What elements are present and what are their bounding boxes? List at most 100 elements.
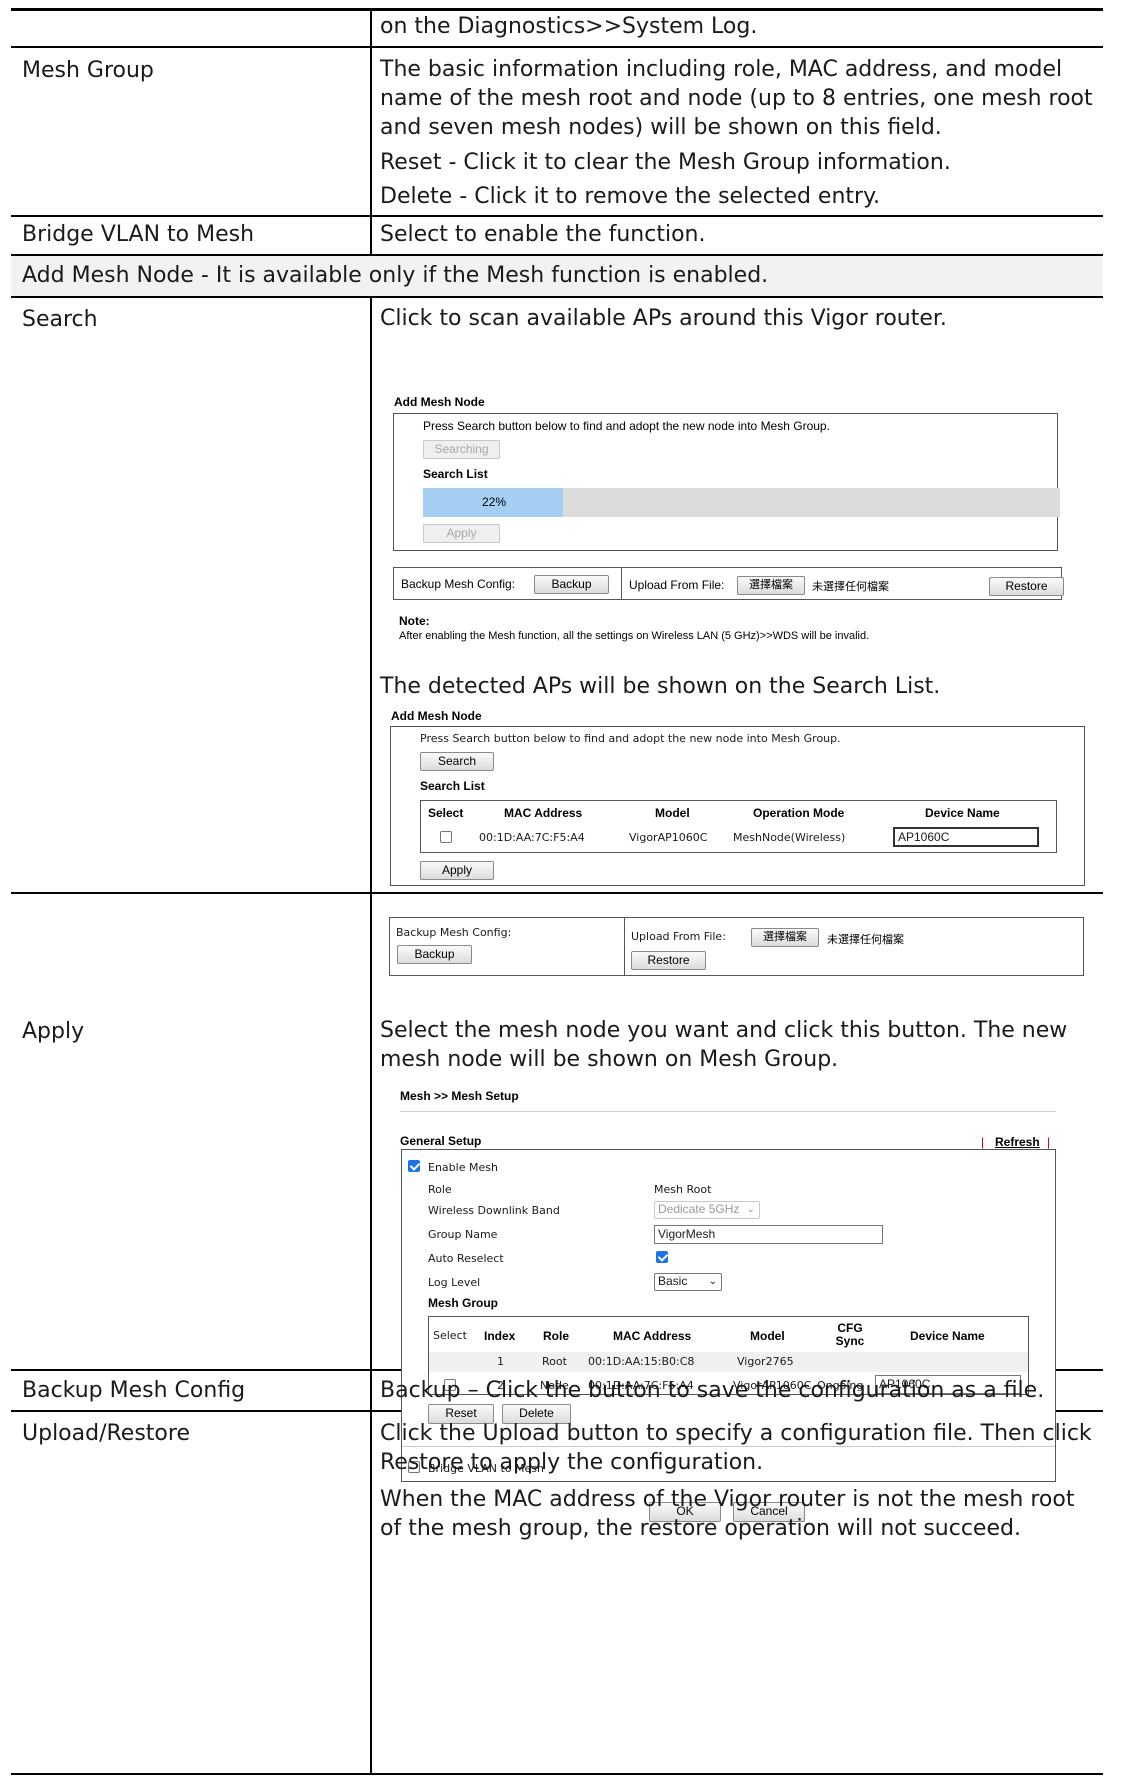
row-description: on the Diagnostics>>System Log. [380,14,758,39]
row-description: Select the mesh node you want and click … [380,1018,1068,1072]
row-label: Upload/Restore [22,1421,190,1446]
col-header: Index [484,1329,516,1343]
refresh-sep: | [1047,1135,1051,1149]
model-cell: Vigor2765 [737,1355,794,1368]
section-header: Add Mesh Node - It is available only if … [22,263,769,288]
choose-file-button[interactable]: 選擇檔案 [737,576,805,595]
col-header: Role [543,1329,570,1343]
column-divider [370,296,372,1775]
role-cell: Root [542,1355,567,1368]
column-divider [370,8,372,256]
row-description: The detected APs will be shown on the Se… [380,674,941,699]
col-header: Operation Mode [753,806,845,820]
row-description: Click to scan available APs around this … [380,306,947,331]
search-button[interactable]: Search [420,752,494,771]
row-label: Mesh Group [22,58,154,83]
progress-track: 22% [423,488,1060,517]
breadcrumb: Mesh >> Mesh Setup [400,1089,519,1103]
restore-button[interactable]: Restore [989,577,1064,596]
col-header: MAC Address [613,1329,692,1343]
group-name-input[interactable]: VigorMesh [654,1225,883,1244]
col-header: Select [428,806,464,820]
note-title: Note: [399,614,430,628]
col-header: Model [750,1329,785,1343]
chevron-down-icon: ⌄ [746,1204,755,1215]
role-value: Mesh Root [654,1183,712,1196]
row-label: Backup Mesh Config [22,1378,246,1403]
model-cell: VigorAP1060C [629,831,708,844]
col-header: CFG Sync [835,1321,865,1348]
note-text: After enabling the Mesh function, all th… [399,630,870,642]
band-label: Wireless Downlink Band [428,1204,560,1217]
shot1-title: Add Mesh Node [394,395,485,409]
backup-button[interactable]: Backup [534,575,609,594]
row-label: Search [22,307,98,332]
refresh-sep: | [981,1135,985,1149]
chevron-down-icon: ⌄ [708,1276,717,1287]
upload-label: Upload From File: [629,578,725,592]
restore-button[interactable]: Restore [631,951,706,970]
row-divider [11,296,1103,298]
top-rule [11,8,1103,11]
log-level-select[interactable]: Basic ⌄ [654,1273,722,1291]
upload-label: Upload From File: [631,930,726,943]
no-file-text: 未選擇任何檔案 [827,934,904,946]
col-header: Select [433,1329,467,1342]
root-row-bg [429,1352,1028,1372]
shot2-title: Add Mesh Node [391,709,482,723]
shot2-instruction: Press Search button below to find and ad… [420,732,841,745]
row-divider [11,892,1103,894]
refresh-link[interactable]: Refresh [995,1135,1040,1149]
col-header: Device Name [925,806,1000,820]
row-description: When the MAC address of the Vigor router… [380,1487,1075,1541]
choose-file-button[interactable]: 選擇檔案 [751,928,819,947]
row-description: Delete - Click it to remove the selected… [380,184,880,209]
select-checkbox[interactable] [440,831,452,843]
shot1-instruction: Press Search button below to find and ad… [423,419,830,433]
progress-label: 22% [482,495,507,509]
band-value: Dedicate 5GHz [658,1202,740,1216]
shot1-list-title: Search List [423,467,488,481]
band-select[interactable]: Dedicate 5GHz ⌄ [654,1201,760,1219]
col-header: Model [655,806,690,820]
mode-cell: MeshNode(Wireless) [733,831,846,844]
apply-button-disabled[interactable]: Apply [423,524,500,543]
shot1-backup-divider [621,568,622,599]
col-header: Device Name [910,1329,985,1343]
row-description: The basic information including role, MA… [380,57,1093,140]
section-title: General Setup [400,1134,482,1148]
device-name-input[interactable]: AP1060C [893,827,1039,847]
shot2-list-title: Search List [420,779,485,793]
document-page: on the Diagnostics>>System Log. Mesh Gro… [0,0,1123,1778]
row-label: Apply [22,1019,85,1044]
log-level-label: Log Level [428,1276,481,1289]
row-label: Bridge VLAN to Mesh [22,222,255,247]
enable-mesh-checkbox[interactable] [408,1160,420,1172]
shot2-backup-divider [624,918,625,975]
row-description: Reset - Click it to clear the Mesh Group… [380,150,951,175]
auto-reselect-label: Auto Reselect [428,1252,504,1265]
backup-button[interactable]: Backup [397,945,472,964]
log-level-value: Basic [658,1274,688,1288]
apply-button[interactable]: Apply [420,861,494,880]
bottom-rule [11,1773,1103,1775]
col-header: MAC Address [504,806,583,820]
row-description: Backup – Click the button to save the co… [380,1378,1045,1403]
group-name-label: Group Name [428,1228,498,1241]
backup-label: Backup Mesh Config: [401,577,516,591]
row-divider [11,46,1103,48]
no-file-text: 未選擇任何檔案 [812,581,889,593]
index-cell: 1 [497,1355,504,1368]
row-divider [11,215,1103,217]
header-divider [400,1111,1056,1112]
role-label: Role [428,1183,452,1196]
backup-label: Backup Mesh Config: [396,926,512,939]
row-description: Select to enable the function. [380,222,706,247]
mac-cell: 00:1D:AA:15:B0:C8 [588,1355,695,1368]
row-description: Click the Upload button to specify a con… [380,1421,1092,1475]
mesh-group-title: Mesh Group [428,1296,499,1310]
enable-mesh-label: Enable Mesh [428,1161,498,1174]
mac-cell: 00:1D:AA:7C:F5:A4 [479,831,585,844]
auto-reselect-checkbox[interactable] [656,1251,668,1263]
searching-button[interactable]: Searching [423,440,500,459]
